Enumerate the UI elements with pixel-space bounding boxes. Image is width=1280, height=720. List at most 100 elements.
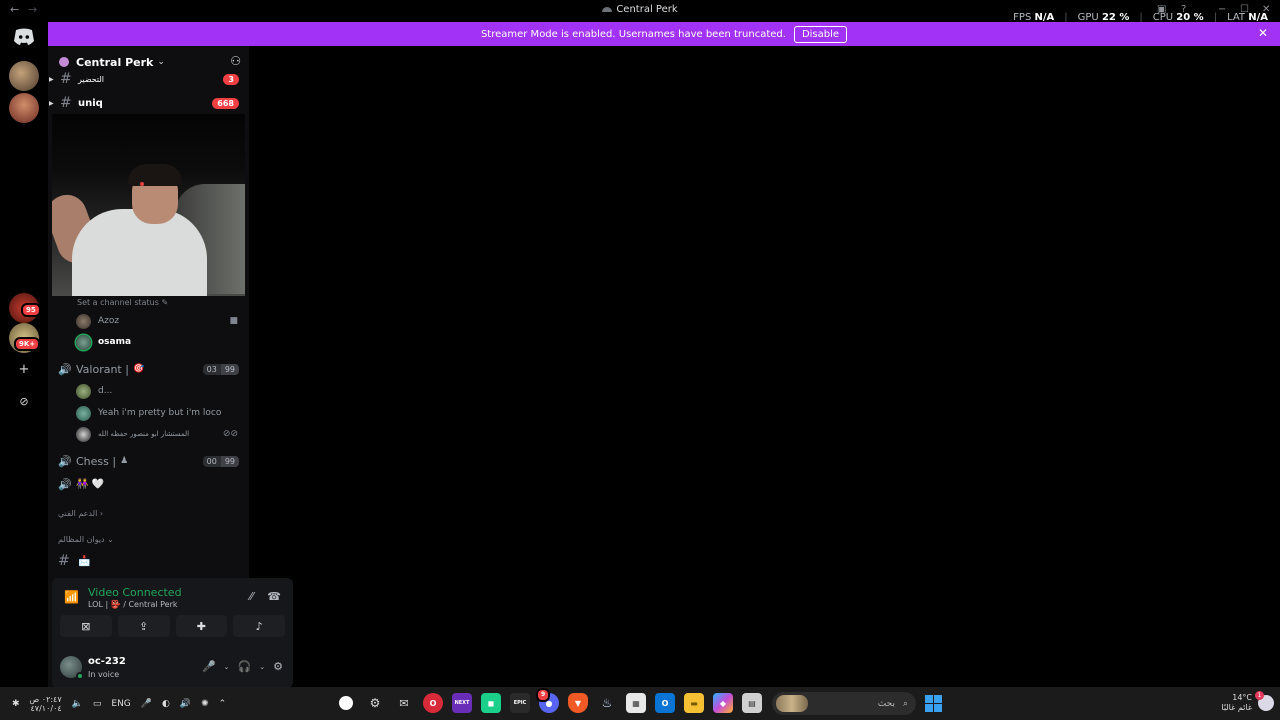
streamer-mode-banner: Streamer Mode is enabled. Usernames have… (48, 22, 1280, 46)
display-icon[interactable]: ▭ (93, 699, 102, 709)
outlook-icon[interactable]: O (655, 693, 675, 713)
caret-icon: ▶ (49, 75, 54, 83)
notification-icon[interactable]: ✱ (12, 699, 20, 709)
hash-icon: # (60, 95, 72, 111)
voice-status[interactable]: Video Connected (88, 586, 182, 599)
voice-channel-chess[interactable]: 🔊 Chess | ♟ 00 99 (58, 451, 245, 471)
speaker-icon[interactable]: 🔈 (72, 699, 83, 709)
maximize-button[interactable]: ☐ (1240, 4, 1249, 15)
close-banner-icon[interactable]: ✕ (1258, 26, 1268, 40)
voice-location[interactable]: LOL | 👺 / Central Perk (88, 600, 178, 609)
video-stream-tile[interactable] (52, 114, 245, 296)
voice-channel-name: 👭 🤍 (76, 478, 105, 490)
voice-channel-name: Chess | (76, 454, 117, 468)
weather-widget[interactable]: 14°C غائم غالبًا (1221, 693, 1252, 713)
windows-start-icon[interactable] (925, 695, 942, 712)
notification-count-badge: 1 (1255, 691, 1264, 700)
mail-app-icon[interactable]: ✉ (394, 693, 414, 713)
opera-icon[interactable]: O (423, 693, 443, 713)
avatar (76, 383, 91, 399)
noise-suppression-icon[interactable]: ⁄⁄ (250, 590, 254, 603)
title-bar: ← → Central Perk FPS N/A | GPU 22 % | CP… (0, 0, 1280, 23)
discord-logo-icon (602, 6, 613, 12)
voice-member[interactable]: d... (76, 381, 244, 401)
next-app-icon[interactable]: NEXT (452, 693, 472, 713)
store-icon[interactable]: ▦ (626, 693, 646, 713)
taskbar-search[interactable]: بحث ⌕ (772, 692, 916, 715)
server-icon[interactable]: 9K+ (9, 323, 41, 353)
screen-share-button[interactable]: ⇪ (117, 615, 170, 637)
hash-icon: # (60, 72, 72, 86)
brightness-icon[interactable]: ✺ (201, 699, 209, 709)
avatar[interactable] (60, 656, 84, 680)
pencil-icon: ✎ (161, 298, 169, 307)
server-icon[interactable] (9, 61, 39, 91)
channel-status-hint[interactable]: Set a channel status ✎ (77, 298, 168, 307)
avatar (76, 426, 91, 442)
tray-chevron-up-icon[interactable]: ⌃ (219, 699, 227, 709)
settings-gear-icon[interactable]: ⚙ (273, 660, 283, 673)
voice-member[interactable]: المستشار ابو منصور حفظه الله ⊘⊘ (76, 424, 244, 444)
file-explorer-icon[interactable]: ▬ (684, 693, 704, 713)
inbox-icon[interactable]: ▣ (1157, 4, 1166, 15)
steam-icon[interactable]: ♨ (597, 693, 617, 713)
close-window-button[interactable]: ✕ (1262, 4, 1270, 15)
channel-name: uniq (78, 97, 103, 109)
soundboard-icon: ♪ (255, 619, 263, 633)
task-view-icon[interactable]: ▤ (742, 693, 762, 713)
server-rail: 95 9K+ + ⊘ (0, 21, 48, 687)
clock[interactable]: ٠٢:٤٧ ص ٤٧/١٠/٠٤ (30, 695, 62, 713)
chevron-down-icon[interactable]: ⌄ (259, 663, 265, 671)
soundboard-button[interactable]: ♪ (233, 615, 285, 637)
disable-streamer-button[interactable]: Disable (793, 25, 848, 43)
weather-cloud-icon[interactable]: 1 (1255, 691, 1274, 711)
explore-icon[interactable]: ⊘ (14, 391, 34, 411)
member-name: d... (98, 386, 113, 396)
add-server-icon[interactable]: + (14, 359, 34, 379)
server-icon[interactable] (9, 93, 39, 123)
camera-off-button[interactable]: ⊠ (60, 615, 112, 637)
microphone-icon[interactable]: 🎤 (202, 660, 216, 673)
voice-member[interactable]: osama (76, 332, 244, 352)
headphones-icon[interactable]: 🎧 (238, 660, 252, 673)
copilot-icon[interactable]: ◆ (713, 693, 733, 713)
avatar (76, 405, 91, 421)
tray-app-icon[interactable]: ◐ (162, 699, 170, 709)
channel-item[interactable]: ▶ # التحضير 3 (48, 72, 249, 86)
unread-badge: 95 (21, 303, 41, 317)
microphone-icon[interactable]: 🎤 (141, 699, 152, 709)
category-support[interactable]: الدعم الفني › (58, 509, 103, 518)
channel-item[interactable]: # 📩 (57, 551, 258, 571)
chevron-down-icon[interactable]: ⌄ (224, 663, 230, 671)
video-figure-hair (128, 164, 182, 186)
minimize-button[interactable]: − (1218, 4, 1226, 15)
server-name: Central Perk (76, 55, 154, 69)
invite-people-icon[interactable]: ⚇ (230, 54, 241, 68)
user-limit: 00 99 (202, 455, 239, 467)
help-icon[interactable]: ? (1181, 4, 1186, 15)
epic-games-icon[interactable]: EPIC (510, 693, 530, 713)
voice-member[interactable]: Yeah i'm pretty but i'm loco (76, 403, 244, 423)
avatar (76, 313, 91, 329)
activities-button[interactable]: ✚ (175, 615, 228, 637)
search-app-icon[interactable] (339, 696, 353, 710)
video-camera-icon: ■ (229, 316, 238, 326)
voice-channel-valorant[interactable]: 🔊 Valorant | 🎯 03 99 (58, 359, 245, 379)
username[interactable]: oc-232 (88, 656, 126, 667)
disconnect-icon[interactable]: ☎ (267, 590, 281, 603)
signal-icon[interactable]: 📶 (64, 590, 79, 604)
channel-name: 📩 (78, 555, 91, 567)
green-app-icon[interactable]: ◼ (481, 693, 501, 713)
server-icon[interactable]: 95 (9, 293, 41, 323)
voice-channel-hearts[interactable]: 🔊 👭 🤍 (58, 474, 245, 494)
volume-icon[interactable]: 🔊 (180, 699, 191, 709)
steelseries-icon[interactable]: ⚙ (365, 693, 385, 713)
search-highlight-image (776, 695, 808, 712)
category-complaints[interactable]: ديوان المظالم ⌄ (58, 535, 114, 544)
voice-member[interactable]: Azoz ■ (76, 311, 244, 331)
channel-item[interactable]: ▶ # uniq 668 (48, 93, 249, 113)
language-indicator[interactable]: ENG (111, 699, 130, 709)
discord-home-button[interactable] (12, 26, 36, 48)
brave-icon[interactable]: ▼ (568, 693, 588, 713)
discord-taskbar-icon[interactable]: 9 ● (536, 688, 559, 713)
